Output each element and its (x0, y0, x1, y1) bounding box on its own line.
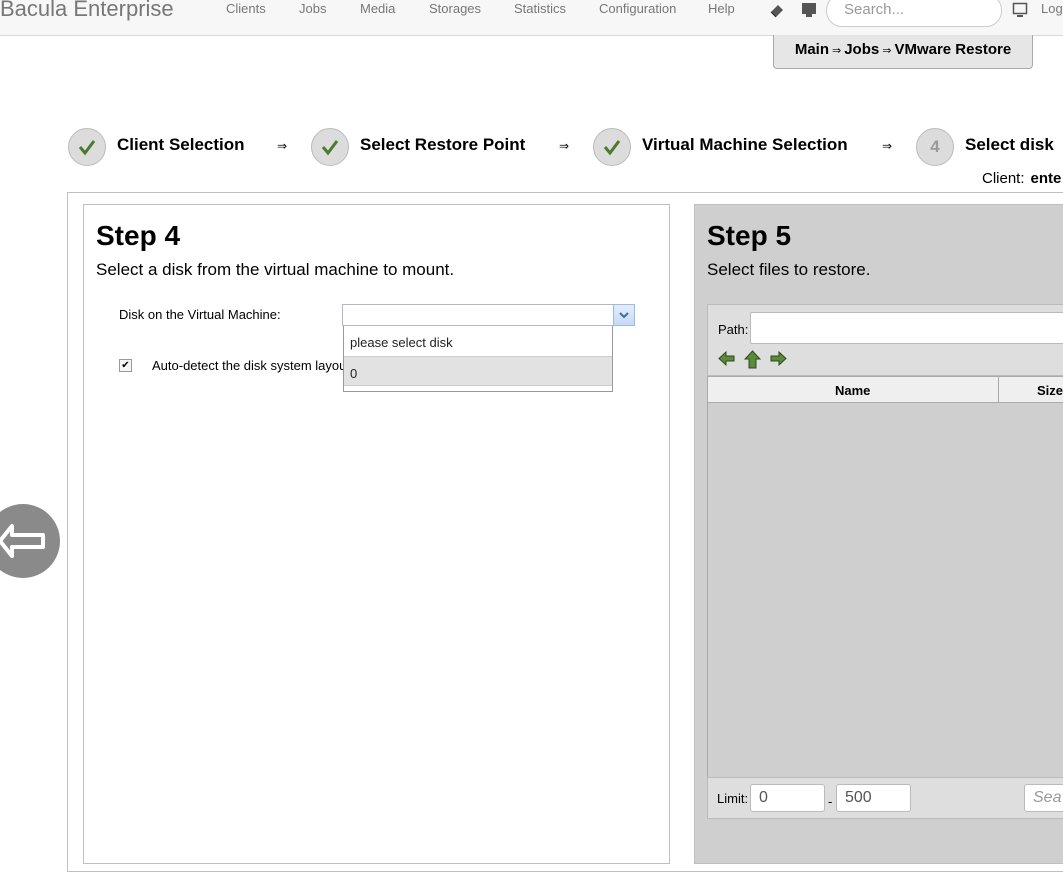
column-name[interactable]: Name (835, 383, 870, 398)
path-input[interactable] (750, 312, 1063, 344)
autodetect-checkbox[interactable]: ✔ (119, 359, 132, 372)
logout-link[interactable]: Log (1041, 1, 1063, 16)
breadcrumb-main[interactable]: Main (795, 41, 829, 58)
wizard-step-client-selection[interactable]: Client Selection (117, 135, 245, 155)
path-nav (718, 350, 787, 369)
breadcrumb-separator: ⇒ (882, 45, 892, 57)
disk-combo-trigger[interactable] (613, 304, 635, 326)
column-size[interactable]: Size (1037, 383, 1063, 398)
column-divider (998, 377, 999, 403)
up-arrow-icon[interactable] (744, 350, 761, 369)
breadcrumb-separator: ⇒ (832, 45, 842, 57)
chevron-down-icon (619, 312, 629, 319)
brand-title[interactable]: Bacula Enterprise (0, 0, 174, 22)
wizard-step-2-check-icon (311, 128, 349, 166)
autodetect-label: Auto-detect the disk system layou (152, 358, 347, 373)
step4-panel (83, 204, 670, 864)
user-monitor-icon[interactable] (1011, 1, 1029, 19)
disk-label: Disk on the Virtual Machine: (119, 307, 281, 322)
wizard-step-3-check-icon (593, 128, 631, 166)
nav-help[interactable]: Help (708, 1, 735, 16)
top-bar: Bacula Enterprise Clients Jobs Media Sto… (0, 0, 1063, 36)
wizard-step-vm-selection[interactable]: Virtual Machine Selection (642, 135, 848, 155)
nav-storages[interactable]: Storages (429, 1, 481, 16)
wizard-arrow: ⇒ (559, 139, 570, 153)
limit-label: Limit: (717, 791, 749, 806)
breadcrumb-current: VMware Restore (894, 41, 1012, 58)
client-info: Client: ente (982, 170, 1061, 187)
back-button[interactable] (0, 504, 60, 578)
nav-media[interactable]: Media (360, 1, 395, 16)
nav-configuration[interactable]: Configuration (599, 1, 676, 16)
eraser-icon[interactable] (768, 1, 786, 19)
nav-jobs[interactable]: Jobs (299, 1, 326, 16)
disk-option-placeholder[interactable]: please select disk (344, 326, 612, 356)
wizard-arrow: ⇒ (882, 139, 893, 153)
wizard-step-restore-point[interactable]: Select Restore Point (360, 135, 525, 155)
breadcrumb: Main ⇒ Jobs ⇒ VMware Restore (773, 35, 1033, 69)
step4-title: Step 4 (96, 220, 181, 251)
wizard-arrow: ⇒ (277, 139, 288, 153)
file-search-input[interactable]: Sea (1024, 784, 1063, 812)
back-arrow-icon (0, 524, 45, 558)
client-label: Client: (982, 170, 1025, 187)
step5-description: Select files to restore. (707, 260, 871, 279)
breadcrumb-jobs[interactable]: Jobs (844, 41, 879, 58)
forward-arrow-icon[interactable] (770, 350, 787, 367)
limit-from-input[interactable]: 0 (750, 784, 825, 812)
disk-option-0[interactable]: 0 (344, 356, 612, 386)
search-input[interactable]: Search... (826, 0, 1002, 27)
wizard-step-1-check-icon (68, 128, 106, 166)
wizard-step-4-number: 4 (916, 128, 954, 166)
path-label: Path: (718, 322, 749, 337)
client-value: ente (1030, 170, 1062, 187)
wizard-step-number: 4 (930, 137, 940, 156)
monitor-icon[interactable] (800, 1, 818, 19)
limit-to-input[interactable]: 500 (836, 784, 911, 812)
nav-clients[interactable]: Clients (226, 1, 266, 16)
wizard-step-select-disk: Select disk (965, 135, 1054, 154)
step5-title: Step 5 (707, 220, 792, 251)
disk-combo-input[interactable] (342, 304, 614, 326)
back-arrow-icon[interactable] (718, 350, 735, 367)
nav-statistics[interactable]: Statistics (514, 1, 566, 16)
disk-dropdown-list: please select disk 0 (343, 326, 613, 392)
limit-separator: - (828, 794, 833, 809)
file-grid-header: Name Size (707, 376, 1063, 403)
step4-description: Select a disk from the virtual machine t… (96, 260, 455, 279)
file-grid-body[interactable] (707, 403, 1063, 778)
